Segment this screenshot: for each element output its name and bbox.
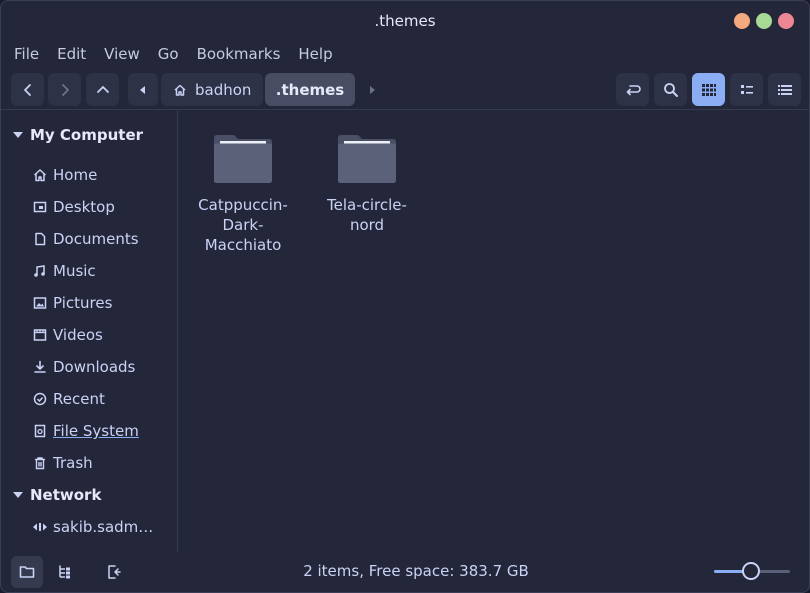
sidebar-item-label: Documents: [53, 230, 139, 248]
sidebar-item-label: Pictures: [53, 294, 113, 312]
folder-item[interactable]: Catppuccin- Dark- Macchiato: [188, 134, 298, 255]
close-button[interactable]: [778, 13, 794, 29]
toolbar: badhon .themes: [1, 71, 809, 109]
sidebar-item-label: sakib.sadm…: [53, 518, 154, 536]
music-icon: [32, 263, 48, 279]
grid-icon: [701, 83, 716, 96]
section-my-computer[interactable]: My Computer: [13, 126, 143, 144]
file-view[interactable]: Catppuccin- Dark- Macchiato Tela-circle-…: [178, 110, 809, 552]
sidebar: My Computer Home Desktop Documents Music…: [1, 110, 177, 552]
forward-button[interactable]: [48, 73, 81, 106]
sidebar-item-label: Home: [53, 166, 98, 184]
menu-help[interactable]: Help: [292, 42, 338, 66]
breadcrumb-home-label: badhon: [195, 80, 252, 99]
video-icon: [32, 327, 48, 343]
back-button[interactable]: [11, 73, 44, 106]
up-button[interactable]: [86, 73, 119, 106]
folder-label: Tela-circle- nord: [327, 196, 407, 234]
folder-label: Catppuccin- Dark- Macchiato: [198, 196, 288, 254]
recent-icon: [32, 391, 48, 407]
section-network[interactable]: Network: [13, 486, 101, 504]
sidebar-item-label: Music: [53, 262, 96, 280]
menu-go[interactable]: Go: [152, 42, 185, 66]
list-icon: [740, 84, 753, 94]
sidebar-item-trash[interactable]: Trash: [32, 450, 93, 476]
location-toggle-icon: [626, 84, 641, 95]
menu-file[interactable]: File: [8, 42, 45, 66]
chevron-up-icon: [96, 85, 109, 93]
icon-view-button[interactable]: [692, 73, 725, 106]
breadcrumb-current[interactable]: .themes: [265, 73, 355, 106]
sidebar-item-recent[interactable]: Recent: [32, 386, 105, 412]
sidebar-item-label: Trash: [53, 454, 93, 472]
sidebar-item-videos[interactable]: Videos: [32, 322, 103, 348]
download-icon: [32, 359, 48, 375]
section-title: Network: [30, 486, 102, 504]
sidebar-item-pictures[interactable]: Pictures: [32, 290, 112, 316]
sidebar-item-label: Videos: [53, 326, 103, 344]
sidebar-item-label: Recent: [53, 390, 105, 408]
breadcrumb-scroll-left[interactable]: [128, 73, 158, 106]
triangle-right-icon: [370, 85, 375, 94]
desktop-icon: [32, 199, 48, 215]
section-title: My Computer: [30, 126, 144, 144]
window-title: .themes: [374, 12, 436, 30]
sidebar-item-label: Downloads: [53, 358, 136, 376]
sidebar-item-downloads[interactable]: Downloads: [32, 354, 135, 380]
sidebar-item-documents[interactable]: Documents: [32, 226, 139, 252]
breadcrumb-home[interactable]: badhon: [161, 73, 263, 106]
sidebar-item-file-system[interactable]: File System: [32, 418, 139, 444]
breadcrumb-scroll-right[interactable]: [357, 73, 387, 106]
picture-icon: [32, 295, 48, 311]
network-share-icon: [32, 519, 48, 535]
title-bar[interactable]: .themes: [1, 1, 809, 41]
sidebar-item-network-share[interactable]: sakib.sadm…: [32, 514, 153, 540]
status-bar: 2 items, Free space: 383.7 GB: [1, 552, 809, 592]
folder-icon: [336, 134, 398, 186]
list-view-button[interactable]: [730, 73, 763, 106]
expand-triangle-icon: [13, 132, 23, 138]
document-icon: [32, 231, 48, 247]
drive-icon: [32, 423, 48, 439]
minimize-button[interactable]: [734, 13, 750, 29]
sidebar-item-label: Desktop: [53, 198, 115, 216]
menu-bar: File Edit View Go Bookmarks Help: [1, 42, 339, 66]
sidebar-item-label: File System: [53, 422, 139, 440]
search-icon: [663, 82, 678, 97]
menu-bookmarks[interactable]: Bookmarks: [191, 42, 287, 66]
menu-edit[interactable]: Edit: [51, 42, 92, 66]
sidebar-item-music[interactable]: Music: [32, 258, 96, 284]
compact-view-button[interactable]: [768, 73, 801, 106]
search-button[interactable]: [654, 73, 687, 106]
chevron-left-icon: [23, 83, 31, 96]
expand-triangle-icon: [13, 492, 23, 498]
sidebar-item-desktop[interactable]: Desktop: [32, 194, 115, 220]
chevron-right-icon: [61, 83, 69, 96]
toggle-location-button[interactable]: [616, 73, 649, 106]
menu-view[interactable]: View: [98, 42, 146, 66]
sidebar-item-home[interactable]: Home: [32, 162, 97, 188]
compact-list-icon: [777, 84, 792, 95]
status-text: 2 items, Free space: 383.7 GB: [303, 562, 529, 580]
folder-item[interactable]: Tela-circle- nord: [312, 134, 422, 235]
folder-icon: [212, 134, 274, 186]
home-icon: [174, 84, 186, 96]
maximize-button[interactable]: [756, 13, 772, 29]
trash-icon: [32, 455, 48, 471]
triangle-left-icon: [140, 85, 145, 94]
home-icon: [32, 167, 48, 183]
file-manager-window: .themes File Edit View Go Bookmarks Help…: [0, 0, 810, 593]
